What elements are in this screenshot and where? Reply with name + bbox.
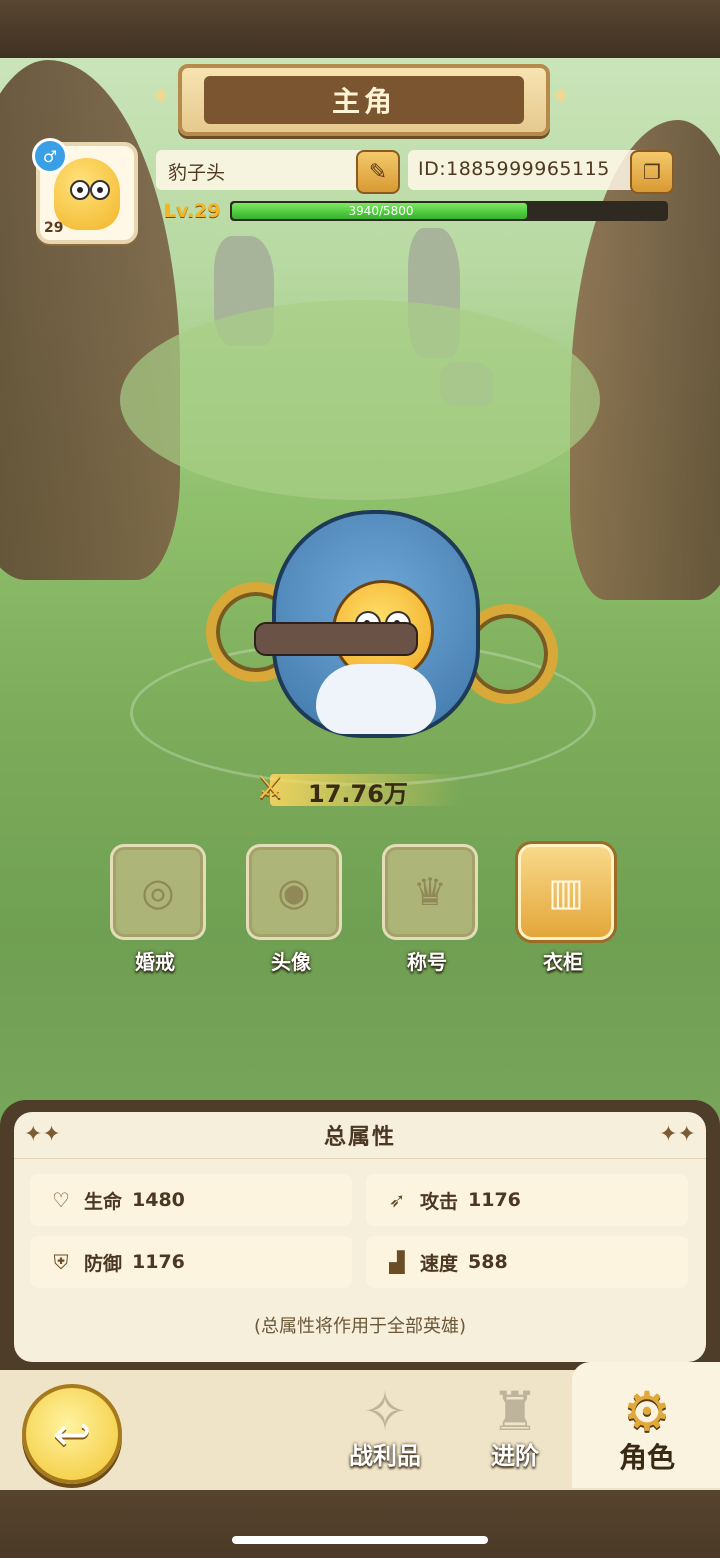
- character-icon: ⚙: [622, 1380, 672, 1443]
- stat-value: 1176: [468, 1189, 521, 1211]
- boot-icon: ▟: [389, 1250, 405, 1274]
- nav-label: 战利品: [349, 1442, 421, 1470]
- shield-icon: ⛨: [53, 1250, 69, 1274]
- feature-label: 婚戒: [135, 950, 175, 974]
- hill-decoration: [120, 300, 600, 500]
- player-level: Lv.29: [164, 200, 221, 222]
- feature-title-button[interactable]: ♛ 称号: [382, 844, 478, 975]
- crown-plaque-icon: ♛: [382, 844, 478, 940]
- player-id: ID:1885999965115: [418, 158, 610, 180]
- combat-power-value: 17.76万: [308, 780, 408, 808]
- wardrobe-icon: ▥: [518, 844, 614, 940]
- nav-item-loot[interactable]: ✧ 战利品: [330, 1380, 440, 1471]
- stat-name: 生命: [84, 1190, 123, 1213]
- tree-left-decoration: [0, 60, 180, 580]
- bottom-nav: ↩ ✧ 战利品 ♜ 进阶 ⚙ 角色: [0, 1362, 720, 1558]
- attributes-title: 总属性: [323, 1125, 396, 1150]
- portrait-icon: ◉: [246, 844, 342, 940]
- copy-id-button[interactable]: ❐: [630, 150, 674, 194]
- loot-icon: ✧: [362, 1380, 408, 1443]
- stat-value: 588: [468, 1251, 508, 1273]
- stat-name: 攻击: [420, 1190, 459, 1213]
- feature-portrait-button[interactable]: ◉ 头像: [246, 844, 342, 975]
- edit-name-button[interactable]: ✎: [356, 150, 400, 194]
- sword-badge-icon: ⚔: [256, 768, 285, 806]
- avatar-character-icon: [54, 158, 120, 230]
- nav-label: 进阶: [491, 1442, 539, 1470]
- stat-name: 速度: [420, 1252, 459, 1275]
- stat-defense: ⛨ 防御 1176: [30, 1236, 352, 1288]
- back-button[interactable]: ↩: [22, 1384, 122, 1484]
- stat-hp: ♡ 生命 1480: [30, 1174, 352, 1226]
- heart-icon: ♡: [52, 1188, 70, 1212]
- feature-wardrobe-button[interactable]: ▥ 衣柜: [518, 844, 614, 975]
- combat-power: ⚔ 17.76万: [250, 766, 470, 812]
- stat-value: 1480: [132, 1189, 185, 1211]
- feature-label: 头像: [271, 950, 311, 974]
- copy-icon: ❐: [643, 160, 661, 184]
- feature-ring-button[interactable]: ◎ 婚戒: [110, 844, 206, 975]
- attributes-panel: ✦✦ 总属性 ✦✦ ♡ 生命 1480 ➶ 攻击 1176 ⛨ 防御 1176 …: [0, 1100, 720, 1370]
- stat-attack: ➶ 攻击 1176: [366, 1174, 688, 1226]
- sparkle-right-icon: ✦✦: [659, 1122, 696, 1147]
- stat-speed: ▟ 速度 588: [366, 1236, 688, 1288]
- home-indicator[interactable]: [232, 1536, 488, 1544]
- nav-item-advance[interactable]: ♜ 进阶: [460, 1380, 570, 1471]
- nav-label: 角色: [618, 1441, 675, 1474]
- title-wing-right-icon: ✦: [550, 82, 572, 112]
- stat-name: 防御: [84, 1252, 123, 1275]
- spiked-collar-icon: [254, 622, 418, 656]
- hero-character[interactable]: [196, 494, 558, 744]
- top-frame: [0, 0, 720, 58]
- advance-icon: ♜: [490, 1380, 540, 1443]
- feature-label: 衣柜: [543, 950, 583, 974]
- sparkle-left-icon: ✦✦: [24, 1122, 61, 1147]
- back-arrow-icon: ↩: [52, 1407, 92, 1461]
- feature-label: 称号: [407, 950, 447, 974]
- xp-progress-text: 3940/5800: [348, 204, 414, 218]
- male-gender-icon: ♂: [32, 138, 68, 174]
- nav-item-character[interactable]: ⚙ 角色: [592, 1380, 702, 1476]
- stat-value: 1176: [132, 1251, 185, 1273]
- ring-icon: ◎: [110, 844, 206, 940]
- wing-sword-icon: ➶: [388, 1188, 406, 1212]
- title-plate: 主角: [178, 64, 550, 136]
- attributes-note: (总属性将作用于全部英雄): [253, 1316, 467, 1337]
- page-title: 主角: [331, 85, 396, 118]
- xp-progress-bar: 3940/5800: [230, 201, 668, 221]
- player-name: 豹子头: [168, 162, 226, 184]
- avatar-level: 29: [44, 220, 64, 236]
- pencil-icon: ✎: [368, 159, 388, 185]
